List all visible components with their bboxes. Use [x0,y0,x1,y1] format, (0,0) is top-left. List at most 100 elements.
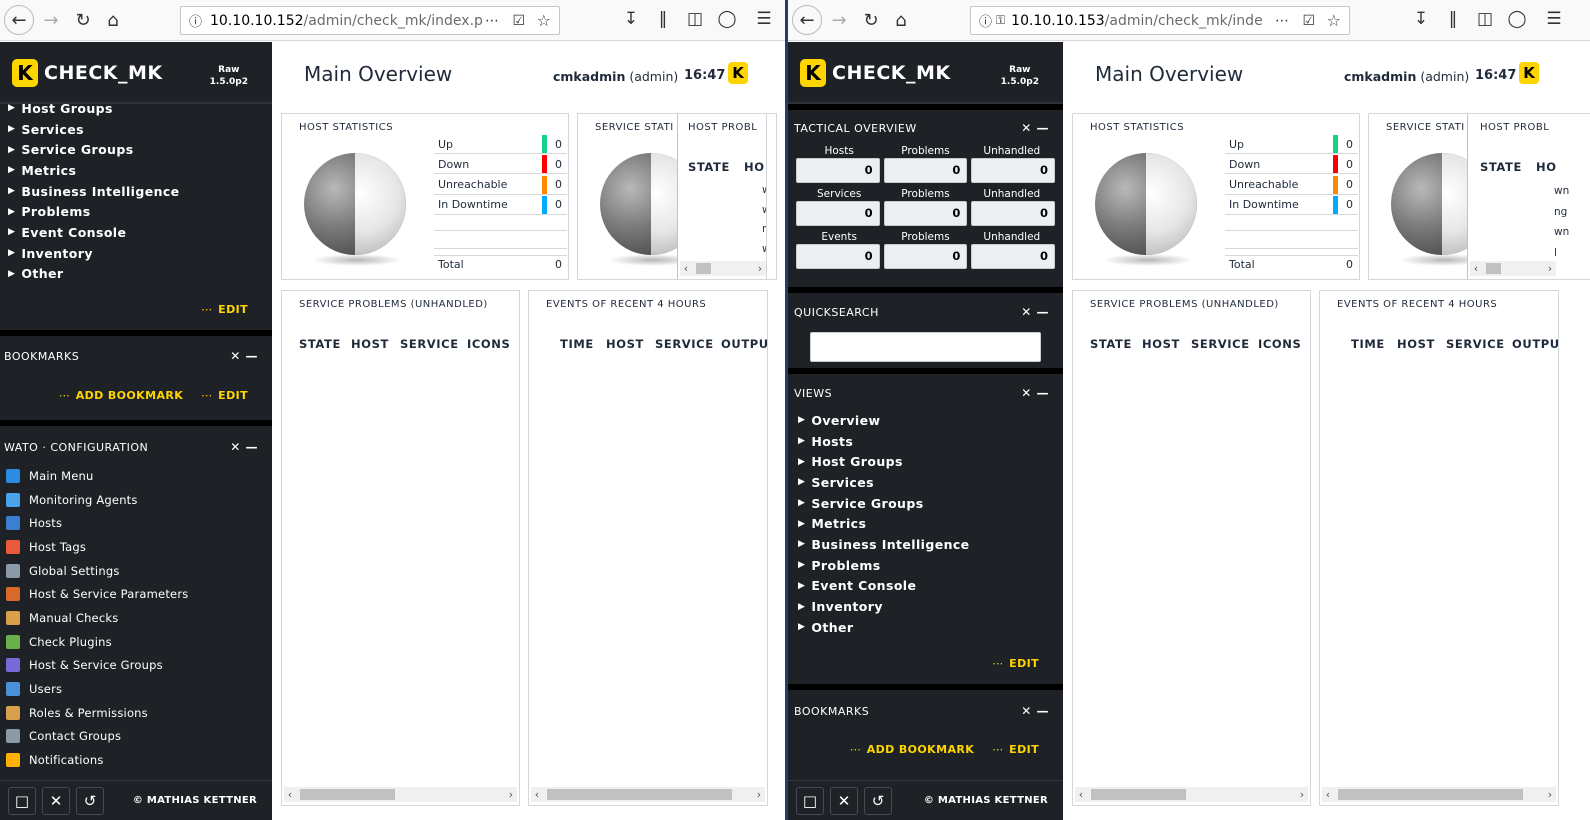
wato-item-hosts[interactable]: Hosts [0,511,272,535]
wato-item-monitoring-agents[interactable]: Monitoring Agents [0,488,272,512]
download-icon[interactable]: ↧ [620,9,642,29]
download-icon[interactable]: ↧ [1410,9,1432,29]
horizontal-scrollbar[interactable]: ‹ › [1075,787,1308,802]
wato-item-manual-checks[interactable]: Manual Checks [0,606,272,630]
tree-item-metrics[interactable]: ▶ Metrics [790,513,1063,534]
url-bar[interactable]: ⓘ ⚿ 10.10.10.153/admin/check_mk/inde ⋯ ☑… [970,6,1350,35]
tree-item-inventory[interactable]: ▶ Inventory [0,243,272,264]
tree-item-business-intelligence[interactable]: ▶ Business Intelligence [0,181,272,202]
reload-button[interactable]: ↻ [68,5,98,35]
stat-row-unreachable[interactable]: Unreachable 0 [1225,175,1358,195]
wato-item-roles-permissions[interactable]: Roles & Permissions [0,701,272,725]
stat-row-up[interactable]: Up 0 [434,135,567,154]
checkmk-logo-icon[interactable]: K [12,59,38,87]
k-icon[interactable]: K [728,62,748,84]
views-edit-link[interactable]: ⋯ EDIT [992,652,1039,671]
tree-item-service-groups[interactable]: ▶ Service Groups [0,139,272,160]
tree-item-host-groups[interactable]: ▶ Host Groups [790,451,1063,472]
stat-row-unreachable[interactable]: Unreachable 0 [434,175,567,195]
add-bookmark-link[interactable]: ADD BOOKMARK [76,389,183,402]
tree-item-other[interactable]: ▶ Other [0,264,272,285]
sidebar-toggle-icon[interactable]: ◫ [684,9,706,29]
bookmarks-edit-link[interactable]: EDIT [218,389,248,402]
wato-item-host-service-parameters[interactable]: Host & Service Parameters [0,582,272,606]
tactical-value-unhandled[interactable]: 0 [971,158,1056,183]
tactical-value-hosts[interactable]: 0 [796,158,880,183]
snapin-controls[interactable]: ✕ — [230,440,258,454]
tree-item-services[interactable]: ▶ Services [0,119,272,140]
snapin-controls[interactable]: ✕ — [230,349,258,363]
add-snapin-icon[interactable]: □ [796,786,824,815]
tree-item-event-console[interactable]: ▶ Event Console [0,222,272,243]
stat-row-down[interactable]: Down 0 [434,155,567,175]
pocket-icon[interactable]: ☑ [512,13,525,29]
add-bookmark-link[interactable]: ADD BOOKMARK [867,743,974,756]
tactical-value-problems[interactable]: 0 [883,158,968,183]
account-icon[interactable]: ◯ [1506,9,1528,29]
info-icon[interactable]: ⓘ [979,11,992,30]
wato-item-host-tags[interactable]: Host Tags [0,535,272,559]
ellipsis-icon[interactable]: ⋯ [485,13,499,29]
ellipsis-icon[interactable]: ⋯ [1275,13,1289,29]
url-bar[interactable]: ⓘ 10.10.10.152/admin/check_mk/index.p ⋯ … [180,6,560,35]
k-icon[interactable]: K [1519,62,1539,84]
key-icon[interactable]: ⚿ [996,13,1005,28]
tactical-value-services[interactable]: 0 [796,201,880,226]
quicksearch-input[interactable] [810,332,1041,362]
snapin-controls[interactable]: ✕ — [1021,386,1049,400]
views-edit-link[interactable]: ⋯ EDIT [201,298,248,317]
wato-item-contact-groups[interactable]: Contact Groups [0,725,272,749]
stat-row-in-downtime[interactable]: In Downtime 0 [1225,195,1358,215]
horizontal-scrollbar[interactable]: ‹ › [1470,261,1556,276]
tree-item-problems[interactable]: ▶ Problems [790,555,1063,576]
tree-item-business-intelligence[interactable]: ▶ Business Intelligence [790,534,1063,555]
tree-item-inventory[interactable]: ▶ Inventory [790,596,1063,617]
hamburger-menu-icon[interactable]: ☰ [1543,9,1565,29]
info-icon[interactable]: ⓘ [189,11,202,30]
wato-item-global-settings[interactable]: Global Settings [0,559,272,583]
wato-item-notifications[interactable]: Notifications [0,748,272,772]
add-snapin-icon[interactable]: □ [8,786,36,815]
sidebar-toggle-icon[interactable]: ◫ [1474,9,1496,29]
horizontal-scrollbar[interactable]: ‹ › [680,261,766,276]
library-icon[interactable]: ‖ [1442,9,1464,29]
reload-button[interactable]: ↻ [856,5,886,35]
tactical-value-unhandled[interactable]: 0 [971,201,1056,226]
tree-item-service-groups[interactable]: ▶ Service Groups [790,493,1063,514]
tree-item-overview[interactable]: ▶ Overview [790,410,1063,431]
wato-item-check-plugins[interactable]: Check Plugins [0,630,272,654]
library-icon[interactable]: ‖ [652,9,674,29]
forward-button[interactable]: → [824,5,854,35]
forward-button[interactable]: → [36,5,66,35]
snapin-controls[interactable]: ✕ — [1021,704,1049,718]
tree-item-host-groups[interactable]: ▶ Host Groups [0,98,272,119]
horizontal-scrollbar[interactable]: ‹ › [284,787,517,802]
tree-item-event-console[interactable]: ▶ Event Console [790,576,1063,597]
checkmk-logo-icon[interactable]: K [800,59,826,87]
bookmark-star-icon[interactable]: ☆ [537,11,551,30]
stat-row-in-downtime[interactable]: In Downtime 0 [434,195,567,215]
stat-row-up[interactable]: Up 0 [1225,135,1358,154]
logout-icon[interactable]: ↺ [864,786,892,815]
bookmark-star-icon[interactable]: ☆ [1327,11,1341,30]
tools-icon[interactable]: ✕ [830,786,858,815]
stat-row-down[interactable]: Down 0 [1225,155,1358,175]
home-button[interactable]: ⌂ [886,5,916,35]
tree-item-hosts[interactable]: ▶ Hosts [790,431,1063,452]
tools-icon[interactable]: ✕ [42,786,70,815]
tree-item-metrics[interactable]: ▶ Metrics [0,160,272,181]
logout-icon[interactable]: ↺ [76,786,104,815]
account-icon[interactable]: ◯ [716,9,738,29]
tree-item-services[interactable]: ▶ Services [790,472,1063,493]
horizontal-scrollbar[interactable]: ‹ › [1322,787,1556,802]
tactical-value-unhandled[interactable]: 0 [971,244,1056,269]
tree-item-problems[interactable]: ▶ Problems [0,201,272,222]
wato-item-host-service-groups[interactable]: Host & Service Groups [0,654,272,678]
tree-item-other[interactable]: ▶ Other [790,617,1063,638]
snapin-controls[interactable]: ✕ — [1021,121,1049,135]
horizontal-scrollbar[interactable]: ‹ › [531,787,765,802]
hamburger-menu-icon[interactable]: ☰ [753,9,775,29]
home-button[interactable]: ⌂ [98,5,128,35]
back-button[interactable]: ← [4,5,34,35]
back-button[interactable]: ← [792,5,822,35]
